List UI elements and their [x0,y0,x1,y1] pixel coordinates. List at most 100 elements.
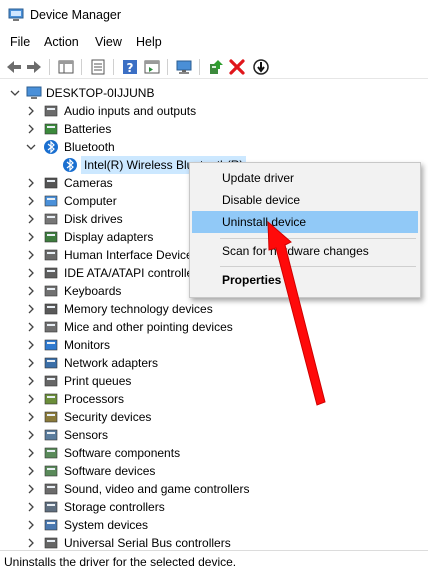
status-bar: Uninstalls the driver for the selected d… [0,550,428,572]
menu-view[interactable]: View [95,35,122,49]
action-pane-icon[interactable] [143,58,161,76]
printer-icon [44,375,58,387]
disk-drive-icon [44,213,58,225]
tree-item-monitor[interactable]: Monitors [0,336,280,354]
tree-item-label: Mice and other pointing devices [64,320,233,334]
chevron-right-icon[interactable] [26,376,36,386]
tree-item-label: Processors [64,392,125,406]
tree-item-memory[interactable]: Memory technology devices [0,300,280,318]
menu-action[interactable]: Action [44,35,79,49]
tree-item-storage-controller[interactable]: Storage controllers [0,498,280,516]
help-icon[interactable]: ? [121,58,139,76]
tree-item-usb[interactable]: Universal Serial Bus controllers [0,534,280,549]
battery-icon [44,123,58,135]
tree-item-label: Cameras [64,176,113,190]
properties-item[interactable]: Properties [192,269,418,291]
tree-item-bluetooth[interactable]: Bluetooth [0,138,280,156]
tree-item-system-device[interactable]: System devices [0,516,280,534]
tree-root[interactable]: DESKTOP-0IJJUNB [0,84,300,102]
tree-item-software-component[interactable]: Software components [0,444,280,462]
chevron-right-icon[interactable] [26,538,36,548]
memory-icon [44,303,58,315]
chevron-right-icon[interactable] [26,358,36,368]
tree-item-printer[interactable]: Print queues [0,372,280,390]
scan-hardware-changes-item[interactable]: Scan for hardware changes [192,240,418,262]
back-arrow-icon[interactable] [5,58,23,76]
software-component-icon [44,447,58,459]
chevron-right-icon[interactable] [26,124,36,134]
toolbar: ? [0,55,428,79]
chevron-right-icon[interactable] [26,322,36,332]
chevron-right-icon[interactable] [26,196,36,206]
monitor-icon[interactable] [175,58,193,76]
show-hide-console-tree-icon[interactable] [57,58,75,76]
system-device-icon [44,519,58,531]
tree-item-mouse[interactable]: Mice and other pointing devices [0,318,280,336]
tree-item-label: IDE ATA/ATAPI controllers [64,266,204,280]
uninstall-device-item[interactable]: Uninstall device [192,211,418,233]
tree-item-software-device[interactable]: Software devices [0,462,280,480]
hid-icon [44,249,58,261]
tree-item-label: Software components [64,446,181,460]
properties-icon[interactable] [89,58,107,76]
chevron-right-icon[interactable] [26,286,36,296]
tree-item-label: Human Interface Devices [64,248,199,262]
storage-controller-icon [44,501,58,513]
chevron-right-icon[interactable] [26,214,36,224]
chevron-right-icon[interactable] [26,520,36,530]
tree-item-label: Audio inputs and outputs [64,104,197,118]
tree-item-label: System devices [64,518,149,532]
tree-item-security[interactable]: Security devices [0,408,280,426]
tree-item-label: Universal Serial Bus controllers [64,536,231,549]
update-driver-item[interactable]: Update driver [192,167,418,189]
chevron-down-icon[interactable] [26,142,36,152]
forward-arrow-icon[interactable] [25,58,43,76]
chevron-right-icon[interactable] [26,448,36,458]
device-tree: DESKTOP-0IJJUNB Audio inputs and outputs… [0,83,428,549]
tree-item-label: Batteries [64,122,112,136]
chevron-right-icon[interactable] [26,430,36,440]
tree-item-sound[interactable]: Sound, video and game controllers [0,480,280,498]
tree-item-label: Monitors [64,338,111,352]
disable-device-icon[interactable] [252,58,270,76]
usb-icon [44,537,58,549]
bluetooth-icon [63,158,77,172]
tree-item-label: Network adapters [64,356,159,370]
menu-file[interactable]: File [10,35,30,49]
computer-root-icon [26,86,42,99]
uninstall-x-icon[interactable] [228,58,246,76]
ide-controller-icon [44,267,58,279]
chevron-right-icon[interactable] [26,502,36,512]
chevron-right-icon[interactable] [26,394,36,404]
chevron-right-icon[interactable] [26,340,36,350]
disable-device-item[interactable]: Disable device [192,189,418,211]
chevron-right-icon[interactable] [26,250,36,260]
chevron-right-icon[interactable] [26,178,36,188]
tree-item-label: Sensors [64,428,109,442]
menu-bar: File Action View Help [0,33,428,53]
chevron-right-icon[interactable] [26,412,36,422]
tree-item-network-adapter[interactable]: Network adapters [0,354,280,372]
tree-item-battery[interactable]: Batteries [0,120,280,138]
computer-icon [44,195,58,207]
chevron-right-icon[interactable] [26,232,36,242]
tree-item-label: Security devices [64,410,152,424]
tree-item-speaker[interactable]: Audio inputs and outputs [0,102,280,120]
tree-item-processor[interactable]: Processors [0,390,280,408]
tree-item-label: Memory technology devices [64,302,213,316]
speaker-icon [44,105,58,117]
chevron-right-icon[interactable] [26,268,36,278]
chevron-right-icon[interactable] [26,304,36,314]
tree-item-label: Print queues [64,374,132,388]
tree-item-sensor[interactable]: Sensors [0,426,280,444]
camera-icon [44,177,58,189]
chevron-right-icon[interactable] [26,466,36,476]
chevron-down-icon[interactable] [10,88,20,98]
tree-item-label: Keyboards [64,284,122,298]
monitor-icon [44,339,58,351]
menu-help[interactable]: Help [136,35,162,49]
mouse-icon [44,321,58,333]
chevron-right-icon[interactable] [26,106,36,116]
update-driver-icon[interactable] [207,58,225,76]
chevron-right-icon[interactable] [26,484,36,494]
